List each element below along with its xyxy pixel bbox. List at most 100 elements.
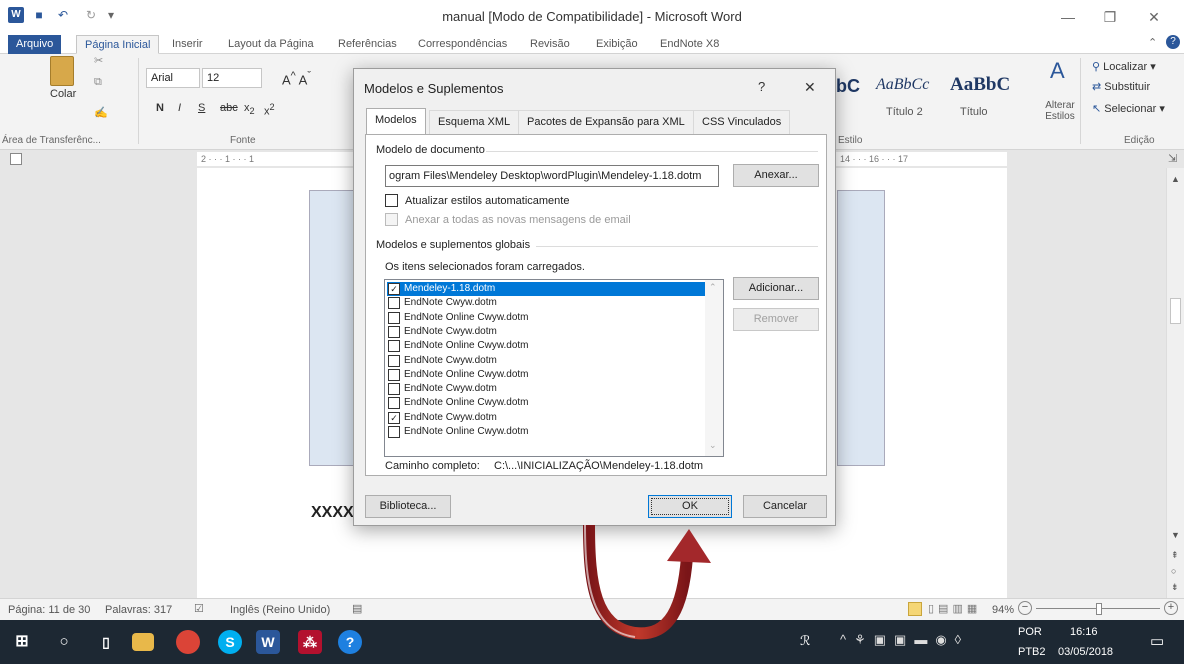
tab-revisao[interactable]: Revisão — [522, 35, 578, 54]
addin-checkbox[interactable]: ✓ — [388, 411, 400, 424]
ruler-toggle-icon[interactable] — [10, 153, 22, 165]
cut-icon[interactable]: ✂ — [94, 54, 103, 67]
addin-checkbox[interactable] — [388, 426, 400, 438]
tab-css-vinculados[interactable]: CSS Vinculados — [693, 110, 791, 134]
status-zoom[interactable]: 94% — [992, 604, 1014, 616]
addin-list-item[interactable]: EndNote Online Cwyw.dotm — [387, 368, 705, 382]
proofing-icon[interactable]: ☑ — [194, 602, 204, 615]
chrome-icon[interactable] — [176, 630, 200, 654]
paste-icon[interactable] — [50, 56, 74, 86]
underline-icon[interactable]: S — [198, 102, 205, 114]
style-title-preview[interactable]: AaBbC — [950, 74, 1010, 96]
change-styles-icon[interactable]: A — [1050, 58, 1065, 84]
ruler-view-icon[interactable]: ⇲ — [1168, 152, 1177, 165]
search-icon[interactable]: ○ — [50, 628, 78, 656]
add-button[interactable]: Adicionar... — [733, 277, 819, 300]
clock-date[interactable]: 03/05/2018 — [1058, 646, 1113, 658]
font-size-combo[interactable]: 12 — [202, 68, 262, 88]
tab-endnote[interactable]: EndNote X8 — [652, 35, 727, 54]
addin-list-item[interactable]: ✓ EndNote Cwyw.dotm — [387, 411, 705, 425]
subscript-icon[interactable]: x2 — [244, 102, 255, 116]
list-scroll-down-icon[interactable]: ⌄ — [709, 440, 717, 451]
addin-checkbox[interactable] — [388, 311, 400, 324]
dialog-help-icon[interactable]: ? — [758, 79, 765, 94]
scroll-down-icon[interactable]: ▼ — [1171, 530, 1180, 540]
find-button[interactable]: ⚲ Localizar ▾ — [1092, 60, 1156, 73]
addin-checkbox[interactable] — [388, 325, 400, 338]
addin-list-item[interactable]: EndNote Online Cwyw.dotm — [387, 425, 705, 439]
print-layout-icon[interactable] — [908, 602, 922, 616]
scroll-up-icon[interactable]: ▲ — [1171, 174, 1180, 184]
scroll-thumb[interactable] — [1170, 298, 1181, 324]
tab-pacotes-expansao[interactable]: Pacotes de Expansão para XML — [518, 110, 694, 134]
tab-exibicao[interactable]: Exibição — [588, 35, 646, 54]
help-app-icon[interactable]: ? — [338, 630, 362, 654]
addin-checkbox[interactable] — [388, 297, 400, 310]
list-scrollbar[interactable]: ⌃ ⌄ — [705, 280, 723, 456]
tray-icons[interactable]: ^⚘▣▣▬◉◊ — [840, 632, 969, 648]
library-button[interactable]: Biblioteca... — [365, 495, 451, 518]
prev-page-icon[interactable]: ⇞ — [1171, 550, 1179, 561]
zoom-out-icon[interactable]: − — [1018, 601, 1032, 615]
grow-font-icon[interactable]: A^ Aˇ — [282, 70, 311, 87]
tab-referencias[interactable]: Referências — [330, 35, 405, 54]
vertical-scrollbar[interactable]: ▲ ▼ ⇞ ○ ⇟ — [1166, 168, 1184, 598]
tab-arquivo[interactable]: Arquivo — [8, 35, 62, 54]
italic-icon[interactable]: I — [178, 102, 181, 114]
auto-update-checkbox[interactable] — [385, 194, 398, 207]
close-icon[interactable]: ✕ — [1134, 6, 1174, 28]
select-button[interactable]: ↖ Selecionar ▾ — [1092, 102, 1165, 115]
dialog-close-icon[interactable]: ✕ — [804, 79, 816, 96]
tab-esquema-xml[interactable]: Esquema XML — [429, 110, 520, 134]
copy-icon[interactable]: ⧉ — [94, 76, 102, 89]
addin-list-item[interactable]: EndNote Cwyw.dotm — [387, 296, 705, 310]
paste-button[interactable]: Colar — [50, 88, 76, 100]
addin-list-item[interactable]: EndNote Online Cwyw.dotm — [387, 311, 705, 325]
addin-list-item[interactable]: EndNote Online Cwyw.dotm — [387, 396, 705, 410]
view-buttons[interactable]: ▯▤▥▦ — [928, 602, 981, 615]
tab-correspondencias[interactable]: Correspondências — [410, 35, 515, 54]
addin-list-item[interactable]: EndNote Cwyw.dotm — [387, 382, 705, 396]
list-scroll-up-icon[interactable]: ⌃ — [709, 282, 717, 293]
task-view-icon[interactable]: ▯ — [92, 628, 120, 656]
addin-list-item[interactable]: EndNote Cwyw.dotm — [387, 354, 705, 368]
zoom-in-icon[interactable]: + — [1164, 601, 1178, 615]
macro-icon[interactable]: ▤ — [352, 602, 362, 615]
file-explorer-icon[interactable] — [132, 633, 154, 651]
addin-checkbox[interactable] — [388, 383, 400, 396]
status-words[interactable]: Palavras: 317 — [105, 604, 172, 616]
skype-icon[interactable]: S — [218, 630, 242, 654]
status-language[interactable]: Inglês (Reino Unido) — [230, 604, 330, 616]
attach-button[interactable]: Anexar... — [733, 164, 819, 187]
addins-list[interactable]: ⌃ ⌄ ✓ Mendeley-1.18.dotm EndNote Cwyw.dotm… — [384, 279, 724, 457]
superscript-icon[interactable]: x2 — [264, 102, 275, 118]
template-path-field[interactable]: ogram Files\Mendeley Desktop\wordPlugin\… — [385, 165, 719, 187]
browse-object-icon[interactable]: ○ — [1171, 566, 1176, 576]
addin-checkbox[interactable]: ✓ — [388, 283, 400, 295]
replace-button[interactable]: ⇄ Substituir — [1092, 80, 1150, 93]
strikethrough-icon[interactable]: abc — [220, 102, 238, 114]
bold-icon[interactable]: N — [156, 102, 164, 114]
minimize-icon[interactable]: — — [1048, 6, 1088, 28]
tab-modelos[interactable]: Modelos — [366, 108, 426, 135]
mendeley-icon[interactable]: ⁂ — [298, 630, 322, 654]
language-indicator-1[interactable]: POR — [1018, 626, 1042, 638]
restore-icon[interactable]: ❐ — [1090, 6, 1130, 28]
tab-inserir[interactable]: Inserir — [164, 35, 211, 54]
style-gallery-partial[interactable]: bC — [836, 76, 860, 97]
tab-pagina-inicial[interactable]: Página Inicial — [76, 35, 160, 54]
next-page-icon[interactable]: ⇟ — [1171, 582, 1179, 593]
change-styles-button[interactable]: Alterar Estilos — [1040, 100, 1080, 122]
zoom-slider-thumb[interactable] — [1096, 603, 1102, 615]
status-page[interactable]: Página: 11 de 30 — [8, 604, 90, 616]
tab-layout[interactable]: Layout da Página — [220, 35, 322, 54]
addin-checkbox[interactable] — [388, 368, 400, 381]
addin-list-item[interactable]: EndNote Cwyw.dotm — [387, 325, 705, 339]
addin-list-item[interactable]: ✓ Mendeley-1.18.dotm — [387, 282, 705, 297]
addin-list-item[interactable]: EndNote Online Cwyw.dotm — [387, 339, 705, 353]
addin-checkbox[interactable] — [388, 340, 400, 353]
cancel-button[interactable]: Cancelar — [743, 495, 827, 518]
style-title2-preview[interactable]: AaBbCc — [876, 76, 929, 94]
addin-checkbox[interactable] — [388, 397, 400, 410]
people-icon[interactable]: ℛ — [800, 633, 810, 649]
